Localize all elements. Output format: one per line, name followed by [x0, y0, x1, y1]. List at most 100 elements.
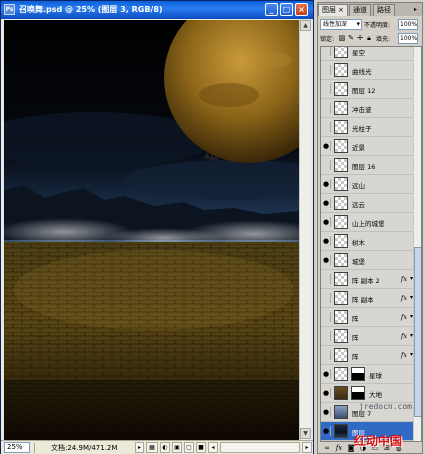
status-menu-arrow-icon[interactable]: ▸ [135, 442, 144, 453]
close-button[interactable]: × [295, 3, 308, 16]
layer-name[interactable]: 城堡 [352, 256, 365, 266]
layer-mask-thumbnail[interactable] [351, 367, 365, 381]
tab-layers[interactable]: 图层 × [318, 4, 348, 16]
visibility-eye-icon[interactable]: ● [322, 103, 331, 113]
layer-name[interactable]: 冲击波 [352, 104, 372, 114]
layer-name[interactable]: 阵 [352, 351, 359, 361]
maximize-button[interactable]: □ [280, 3, 293, 16]
lock-all-icon[interactable]: 🔒︎ [365, 34, 373, 43]
layer-effects-icon[interactable]: fx [401, 332, 407, 340]
expand-effects-arrow-icon[interactable]: ▾ [410, 313, 413, 320]
visibility-eye-icon[interactable]: ● [322, 293, 331, 303]
visibility-eye-icon[interactable]: ● [322, 122, 331, 132]
layer-thumbnail[interactable] [334, 196, 348, 210]
document-titlebar[interactable]: Ps 召唤舞.psd @ 25% (图层 3, RGB/8) _ □ × [1, 1, 313, 19]
image-canvas[interactable] [4, 20, 311, 440]
lock-position-icon[interactable]: ✛ [356, 34, 364, 43]
layer-effects-icon[interactable]: fx [401, 313, 407, 321]
expand-effects-arrow-icon[interactable]: ▾ [410, 275, 413, 282]
layer-row[interactable]: ● 远云 [321, 194, 413, 213]
visibility-eye-icon[interactable]: ● [322, 426, 331, 436]
layer-thumbnail[interactable] [334, 82, 348, 96]
layer-row[interactable]: ● 图层 16 [321, 156, 413, 175]
zoom-field[interactable]: 25% [4, 442, 30, 453]
visibility-eye-icon[interactable]: ● [322, 312, 331, 322]
horizontal-scroll-left-icon[interactable]: ◂ [208, 442, 218, 453]
layers-scroll-thumb[interactable] [414, 247, 421, 417]
layer-thumbnail[interactable] [334, 177, 348, 191]
screen-mode-icon[interactable]: ▣ [172, 442, 182, 453]
layer-row[interactable]: ● 阵 fx▾ [321, 327, 413, 346]
visibility-eye-icon[interactable]: ● [322, 179, 331, 189]
visibility-eye-icon[interactable]: ● [322, 350, 331, 360]
layer-thumbnail[interactable] [334, 253, 348, 267]
expand-effects-arrow-icon[interactable]: ▾ [410, 332, 413, 339]
link-layers-icon[interactable]: ∞ [322, 443, 332, 453]
visibility-eye-icon[interactable]: ● [322, 198, 331, 208]
layer-thumbnail[interactable] [334, 101, 348, 115]
layer-name[interactable]: 阵 [352, 313, 359, 323]
layer-row[interactable]: ● 阵 副本 fx▾ [321, 289, 413, 308]
layer-name[interactable]: 树木 [352, 237, 365, 247]
layer-effects-icon[interactable]: fx [401, 351, 407, 359]
screen-mode-black-icon[interactable]: ■ [196, 442, 206, 453]
visibility-eye-icon[interactable]: ● [322, 84, 331, 94]
tool-preset-icon[interactable]: ▦ [146, 442, 158, 453]
layer-row[interactable]: ● 星空 [321, 47, 413, 61]
tab-close-icon[interactable]: × [338, 6, 344, 14]
horizontal-scrollbar[interactable] [220, 442, 300, 453]
horizontal-scroll-right-icon[interactable]: ▸ [302, 442, 312, 453]
expand-effects-arrow-icon[interactable]: ▾ [410, 351, 413, 358]
blend-mode-select[interactable]: 线性加深 [320, 19, 362, 30]
layer-name[interactable]: 星球 [369, 370, 382, 380]
layer-name[interactable]: 阵 [352, 332, 359, 342]
layer-thumbnail[interactable] [334, 291, 348, 305]
layer-row[interactable]: ● 曲线光 [321, 61, 413, 80]
layer-name[interactable]: 曲线光 [352, 66, 372, 76]
layer-row[interactable]: ● 城堡 [321, 251, 413, 270]
opacity-field[interactable]: 100% [398, 19, 418, 30]
layer-row[interactable]: ● 远山 [321, 175, 413, 194]
layer-name[interactable]: 图层 12 [352, 85, 375, 95]
layer-thumbnail[interactable] [334, 348, 348, 362]
visibility-eye-icon[interactable]: ● [322, 217, 331, 227]
layer-name[interactable]: 远山 [352, 180, 365, 190]
layer-thumbnail[interactable] [334, 120, 348, 134]
layer-row[interactable]: ● 山上的城堡 [321, 213, 413, 232]
layer-name[interactable]: 远云 [352, 199, 365, 209]
layer-effects-icon[interactable]: fx [401, 294, 407, 302]
quickmask-icon[interactable]: ◐ [160, 442, 170, 453]
visibility-eye-icon[interactable]: ● [322, 255, 331, 265]
layer-thumbnail[interactable] [334, 234, 348, 248]
layer-thumbnail[interactable] [334, 215, 348, 229]
visibility-eye-icon[interactable]: ● [322, 388, 331, 398]
visibility-eye-icon[interactable]: ● [322, 236, 331, 246]
visibility-eye-icon[interactable]: ● [322, 47, 331, 56]
visibility-eye-icon[interactable]: ● [322, 65, 331, 75]
visibility-eye-icon[interactable]: ● [322, 141, 331, 151]
layer-row[interactable]: ● 图层 12 [321, 80, 413, 99]
layer-name[interactable]: 山上的城堡 [352, 218, 385, 228]
visibility-eye-icon[interactable]: ● [322, 369, 331, 379]
visibility-eye-icon[interactable]: ● [322, 407, 331, 417]
lock-transparency-icon[interactable]: ▨ [338, 34, 346, 43]
tab-channels[interactable]: 通道 [349, 4, 371, 16]
layer-mask-thumbnail[interactable] [351, 386, 365, 400]
layer-thumbnail[interactable] [334, 329, 348, 343]
tab-paths[interactable]: 路径 [373, 4, 395, 16]
layer-thumbnail[interactable] [334, 405, 348, 419]
lock-pixels-icon[interactable]: ✎ [347, 34, 355, 43]
layer-row[interactable]: ● 星球 [321, 365, 413, 384]
layer-name[interactable]: 图层 16 [352, 161, 375, 171]
layer-thumbnail[interactable] [334, 139, 348, 153]
document-size-info[interactable]: 文档:24.9M/471.2M [51, 443, 117, 453]
layer-thumbnail[interactable] [334, 386, 348, 400]
layer-thumbnail[interactable] [334, 158, 348, 172]
layers-scrollbar[interactable] [413, 47, 421, 441]
layer-name[interactable]: 光柱子 [352, 123, 372, 133]
layer-thumbnail[interactable] [334, 367, 348, 381]
layer-name[interactable]: 阵 副本 2 [352, 275, 380, 285]
layer-name[interactable]: 近景 [352, 142, 365, 152]
layer-row[interactable]: ● 近景 [321, 137, 413, 156]
scroll-down-arrow-icon[interactable]: ▼ [300, 428, 311, 439]
